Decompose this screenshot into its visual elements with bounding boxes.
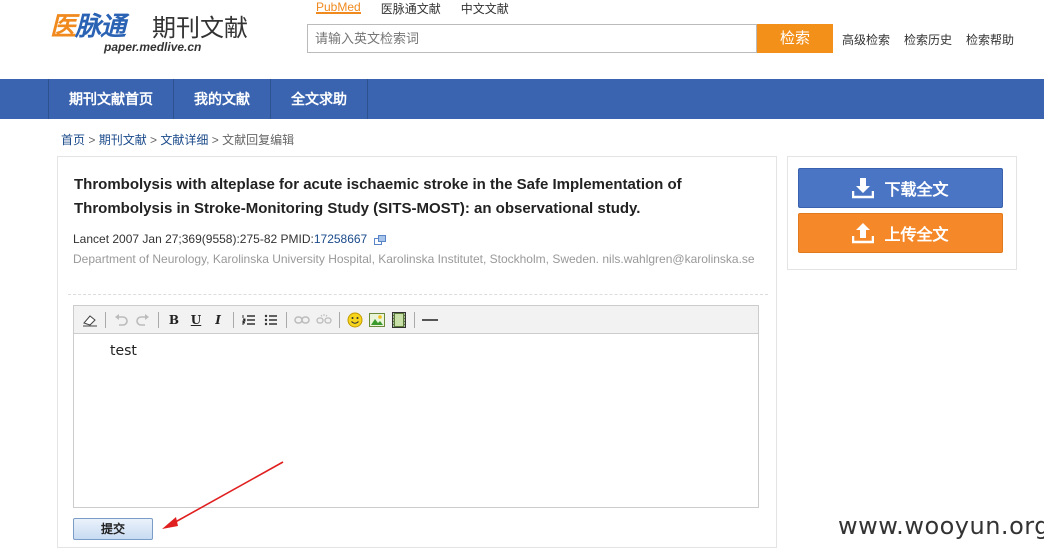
link-icon[interactable] <box>292 310 312 330</box>
pmid-link[interactable]: 17258667 <box>314 232 367 246</box>
breadcrumb-journals[interactable]: 期刊文献 <box>99 133 147 147</box>
submit-button[interactable]: 提交 <box>73 518 153 540</box>
top-links: 高级检索 检索历史 检索帮助 <box>842 31 1014 48</box>
topnav-chinese[interactable]: 中文文献 <box>461 0 509 16</box>
logo-brand: 医脉通 <box>50 12 126 42</box>
breadcrumb: 首页 > 期刊文献 > 文献详细 > 文献回复编辑 <box>61 133 295 147</box>
watermark: www.wooyun.org <box>838 512 1044 540</box>
download-label: 下载全文 <box>884 182 949 199</box>
unordered-list-icon[interactable] <box>261 310 281 330</box>
side-panel: 下载全文 上传全文 <box>787 156 1017 270</box>
bold-icon[interactable]: B <box>164 310 184 330</box>
breadcrumb-current: 文献回复编辑 <box>222 133 295 147</box>
article-title: Thrombolysis with alteplase for acute is… <box>74 176 682 217</box>
top-nav: PubMed 医脉通文献 中文文献 <box>316 0 509 16</box>
breadcrumb-home[interactable]: 首页 <box>61 133 85 147</box>
breadcrumb-article-detail[interactable]: 文献详细 <box>160 133 208 147</box>
italic-icon[interactable]: I <box>208 310 228 330</box>
logo-title: 期刊文献 <box>152 14 248 42</box>
article-panel: Thrombolysis with alteplase for acute is… <box>57 156 777 548</box>
article-citation: Lancet 2007 Jan 27;369(9558):275-82 PMID… <box>73 232 386 246</box>
divider <box>68 294 768 295</box>
underline-icon[interactable]: U <box>186 310 206 330</box>
search-input[interactable] <box>307 24 757 53</box>
logo-url: paper.medlive.cn <box>104 40 202 54</box>
upload-icon <box>852 223 875 244</box>
search-button[interactable]: 检索 <box>757 24 833 53</box>
image-icon[interactable] <box>367 310 387 330</box>
site-logo[interactable]: 医脉通 期刊文献 paper.medlive.cn <box>50 4 265 56</box>
reply-editor[interactable]: B U I test <box>73 305 759 508</box>
redo-icon[interactable] <box>133 310 153 330</box>
emoticon-icon[interactable] <box>345 310 365 330</box>
upload-fulltext-button[interactable]: 上传全文 <box>798 213 1003 253</box>
main-navbar: 期刊文献首页 我的文献 全文求助 <box>0 79 1044 119</box>
editor-content[interactable]: test <box>74 334 758 359</box>
editor-toolbar: B U I <box>74 306 758 334</box>
unlink-icon[interactable] <box>314 310 334 330</box>
external-link-icon[interactable] <box>373 234 386 245</box>
search-history-link[interactable]: 检索历史 <box>904 31 952 48</box>
eraser-icon[interactable] <box>80 310 100 330</box>
nav-fulltext-request[interactable]: 全文求助 <box>271 79 368 119</box>
nav-journals-home[interactable]: 期刊文献首页 <box>49 79 174 119</box>
download-icon <box>852 178 875 199</box>
upload-label: 上传全文 <box>884 227 949 244</box>
video-icon[interactable] <box>389 310 409 330</box>
article-affiliation: Department of Neurology, Karolinska Univ… <box>73 252 755 266</box>
search-help-link[interactable]: 检索帮助 <box>966 31 1014 48</box>
advanced-search-link[interactable]: 高级检索 <box>842 31 890 48</box>
topnav-medlive[interactable]: 医脉通文献 <box>381 0 441 16</box>
horizontal-rule-icon[interactable] <box>420 310 440 330</box>
nav-my-articles[interactable]: 我的文献 <box>174 79 271 119</box>
undo-icon[interactable] <box>111 310 131 330</box>
ordered-list-icon[interactable] <box>239 310 259 330</box>
topnav-pubmed[interactable]: PubMed <box>316 0 361 14</box>
download-fulltext-button[interactable]: 下载全文 <box>798 168 1003 208</box>
